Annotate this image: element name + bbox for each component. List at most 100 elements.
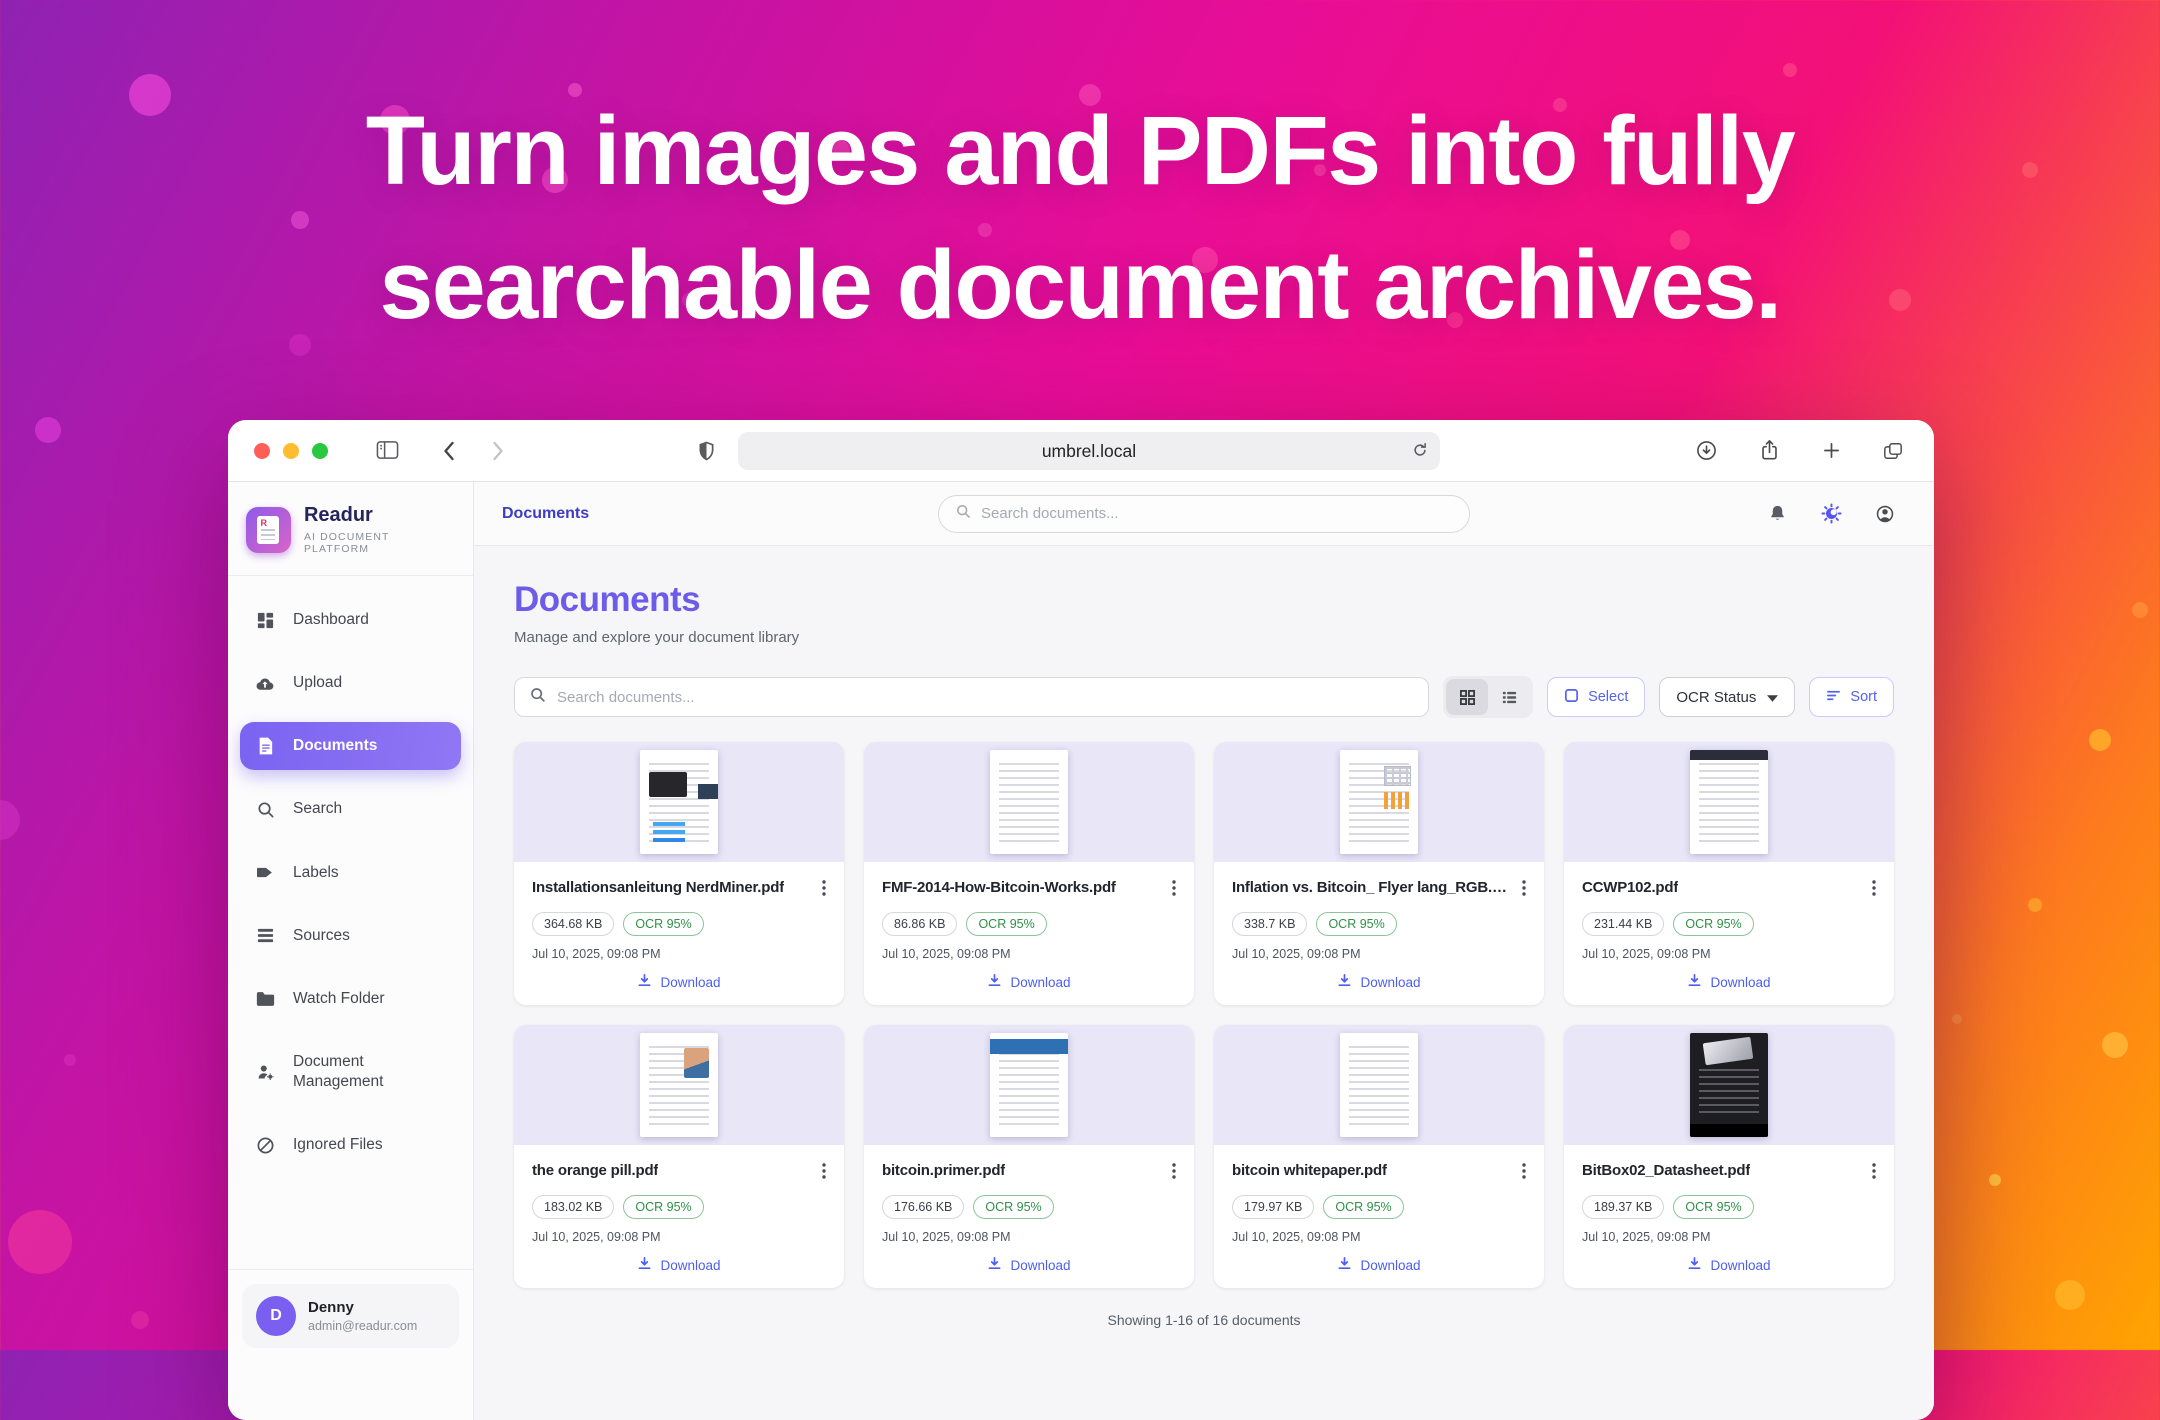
document-preview (640, 750, 718, 854)
download-icon (637, 973, 652, 991)
download-link[interactable]: Download (1582, 973, 1876, 991)
list-icon (254, 926, 276, 945)
privacy-shield-icon[interactable] (698, 440, 715, 462)
sidebar-item-watch-folder[interactable]: Watch Folder (240, 975, 461, 1023)
ocr-status-dropdown[interactable]: OCR Status (1659, 677, 1795, 717)
kebab-menu-icon[interactable] (1172, 1161, 1176, 1184)
documents-grid: Installationsanleitung NerdMiner.pdf 364… (514, 742, 1894, 1288)
minimize-window-button[interactable] (283, 443, 299, 459)
document-preview (1690, 1033, 1768, 1137)
list-view-button[interactable] (1488, 679, 1530, 715)
sidebar-user-section: D Denny admin@readur.com (228, 1269, 473, 1420)
page-subtitle: Manage and explore your document library (514, 629, 1894, 646)
document-date: Jul 10, 2025, 09:08 PM (882, 1230, 1176, 1244)
sidebar-toggle-icon[interactable] (376, 440, 399, 460)
documents-search-input[interactable] (557, 689, 1414, 706)
user-card[interactable]: D Denny admin@readur.com (242, 1284, 459, 1348)
document-card[interactable]: Installationsanleitung NerdMiner.pdf 364… (514, 742, 844, 1005)
download-link[interactable]: Download (532, 1256, 826, 1274)
sort-label: Sort (1850, 689, 1877, 705)
sidebar-item-documents[interactable]: Documents (240, 722, 461, 770)
sidebar-nav: Dashboard Upload Documents Search Labels (228, 576, 473, 1269)
sidebar-item-search[interactable]: Search (240, 785, 461, 833)
breadcrumb[interactable]: Documents (502, 505, 589, 523)
kebab-menu-icon[interactable] (1522, 1161, 1526, 1184)
results-count: Showing 1-16 of 16 documents (514, 1312, 1894, 1328)
sidebar-item-label: Document Management (293, 1052, 443, 1092)
kebab-menu-icon[interactable] (822, 878, 826, 901)
readur-logo-icon: R (246, 507, 291, 553)
forward-button[interactable] (492, 441, 505, 461)
download-link[interactable]: Download (1232, 1256, 1526, 1274)
grid-view-button[interactable] (1446, 679, 1488, 715)
ocr-status-badge: OCR 95% (623, 1195, 703, 1219)
sort-button[interactable]: Sort (1809, 677, 1894, 717)
document-card[interactable]: FMF-2014-How-Bitcoin-Works.pdf 86.86 KB … (864, 742, 1194, 1005)
topbar-search[interactable] (938, 495, 1470, 533)
sidebar-item-labels[interactable]: Labels (240, 849, 461, 897)
document-name: bitcoin.primer.pdf (882, 1161, 1005, 1181)
close-window-button[interactable] (254, 443, 270, 459)
download-link[interactable]: Download (1582, 1256, 1876, 1274)
document-card-body: Inflation vs. Bitcoin_ Flyer lang_RGB.pd… (1214, 862, 1544, 1005)
reload-icon[interactable] (1412, 442, 1428, 463)
document-card-body: FMF-2014-How-Bitcoin-Works.pdf 86.86 KB … (864, 862, 1194, 1005)
sidebar-item-sources[interactable]: Sources (240, 912, 461, 960)
download-link[interactable]: Download (532, 973, 826, 991)
documents-search[interactable] (514, 677, 1429, 717)
kebab-menu-icon[interactable] (822, 1161, 826, 1184)
document-card[interactable]: bitcoin whitepaper.pdf 179.97 KB OCR 95%… (1214, 1025, 1544, 1288)
document-name: BitBox02_Datasheet.pdf (1582, 1161, 1750, 1181)
brand-name: Readur (304, 504, 455, 527)
sidebar-item-label: Search (293, 799, 342, 819)
document-card-body: Installationsanleitung NerdMiner.pdf 364… (514, 862, 844, 1005)
document-date: Jul 10, 2025, 09:08 PM (1582, 947, 1876, 961)
zoom-window-button[interactable] (312, 443, 328, 459)
kebab-menu-icon[interactable] (1172, 878, 1176, 901)
sidebar-item-label: Labels (293, 863, 339, 883)
sidebar-item-dashboard[interactable]: Dashboard (240, 596, 461, 644)
kebab-menu-icon[interactable] (1872, 878, 1876, 901)
document-card[interactable]: Inflation vs. Bitcoin_ Flyer lang_RGB.pd… (1214, 742, 1544, 1005)
document-card[interactable]: BitBox02_Datasheet.pdf 189.37 KB OCR 95%… (1564, 1025, 1894, 1288)
document-card[interactable]: the orange pill.pdf 183.02 KB OCR 95% Ju… (514, 1025, 844, 1288)
bg-dot (2089, 729, 2111, 751)
kebab-menu-icon[interactable] (1872, 1161, 1876, 1184)
download-link[interactable]: Download (882, 1256, 1176, 1274)
document-thumbnail (1564, 1025, 1894, 1145)
sidebar-item-document-management[interactable]: Document Management (240, 1038, 461, 1106)
hero-line-2: searchable document archives. (0, 218, 2160, 352)
ocr-status-label: OCR Status (1676, 689, 1756, 706)
theme-toggle-button[interactable] (1810, 493, 1852, 535)
document-card[interactable]: CCWP102.pdf 231.44 KB OCR 95% Jul 10, 20… (1564, 742, 1894, 1005)
sidebar-item-label: Watch Folder (293, 989, 385, 1009)
document-card[interactable]: bitcoin.primer.pdf 176.66 KB OCR 95% Jul… (864, 1025, 1194, 1288)
topbar-search-input[interactable] (981, 505, 1453, 522)
address-bar[interactable]: umbrel.local (738, 432, 1440, 470)
download-link[interactable]: Download (882, 973, 1176, 991)
bg-dot (0, 800, 20, 840)
tag-icon (254, 864, 276, 881)
account-button[interactable] (1864, 493, 1906, 535)
sidebar-item-label: Upload (293, 673, 342, 693)
back-button[interactable] (442, 441, 455, 461)
tab-overview-icon[interactable] (1883, 441, 1903, 461)
select-button[interactable]: Select (1547, 677, 1645, 717)
download-label: Download (1010, 1258, 1070, 1273)
document-name: Inflation vs. Bitcoin_ Flyer lang_RGB.pd… (1232, 878, 1514, 898)
document-preview (990, 750, 1068, 854)
notifications-button[interactable] (1756, 493, 1798, 535)
bg-dot (2102, 1032, 2128, 1058)
new-tab-icon[interactable] (1823, 442, 1840, 459)
app-topbar: Documents (474, 482, 1934, 546)
document-card-body: bitcoin whitepaper.pdf 179.97 KB OCR 95%… (1214, 1145, 1544, 1288)
kebab-menu-icon[interactable] (1522, 878, 1526, 901)
sidebar-item-ignored-files[interactable]: Ignored Files (240, 1121, 461, 1169)
share-icon[interactable] (1760, 438, 1779, 462)
document-thumbnail (514, 742, 844, 862)
browser-window: umbrel.local R Readur (228, 420, 1934, 1420)
download-link[interactable]: Download (1232, 973, 1526, 991)
sidebar-item-upload[interactable]: Upload (240, 659, 461, 707)
download-label: Download (660, 1258, 720, 1273)
downloads-icon[interactable] (1696, 440, 1717, 461)
